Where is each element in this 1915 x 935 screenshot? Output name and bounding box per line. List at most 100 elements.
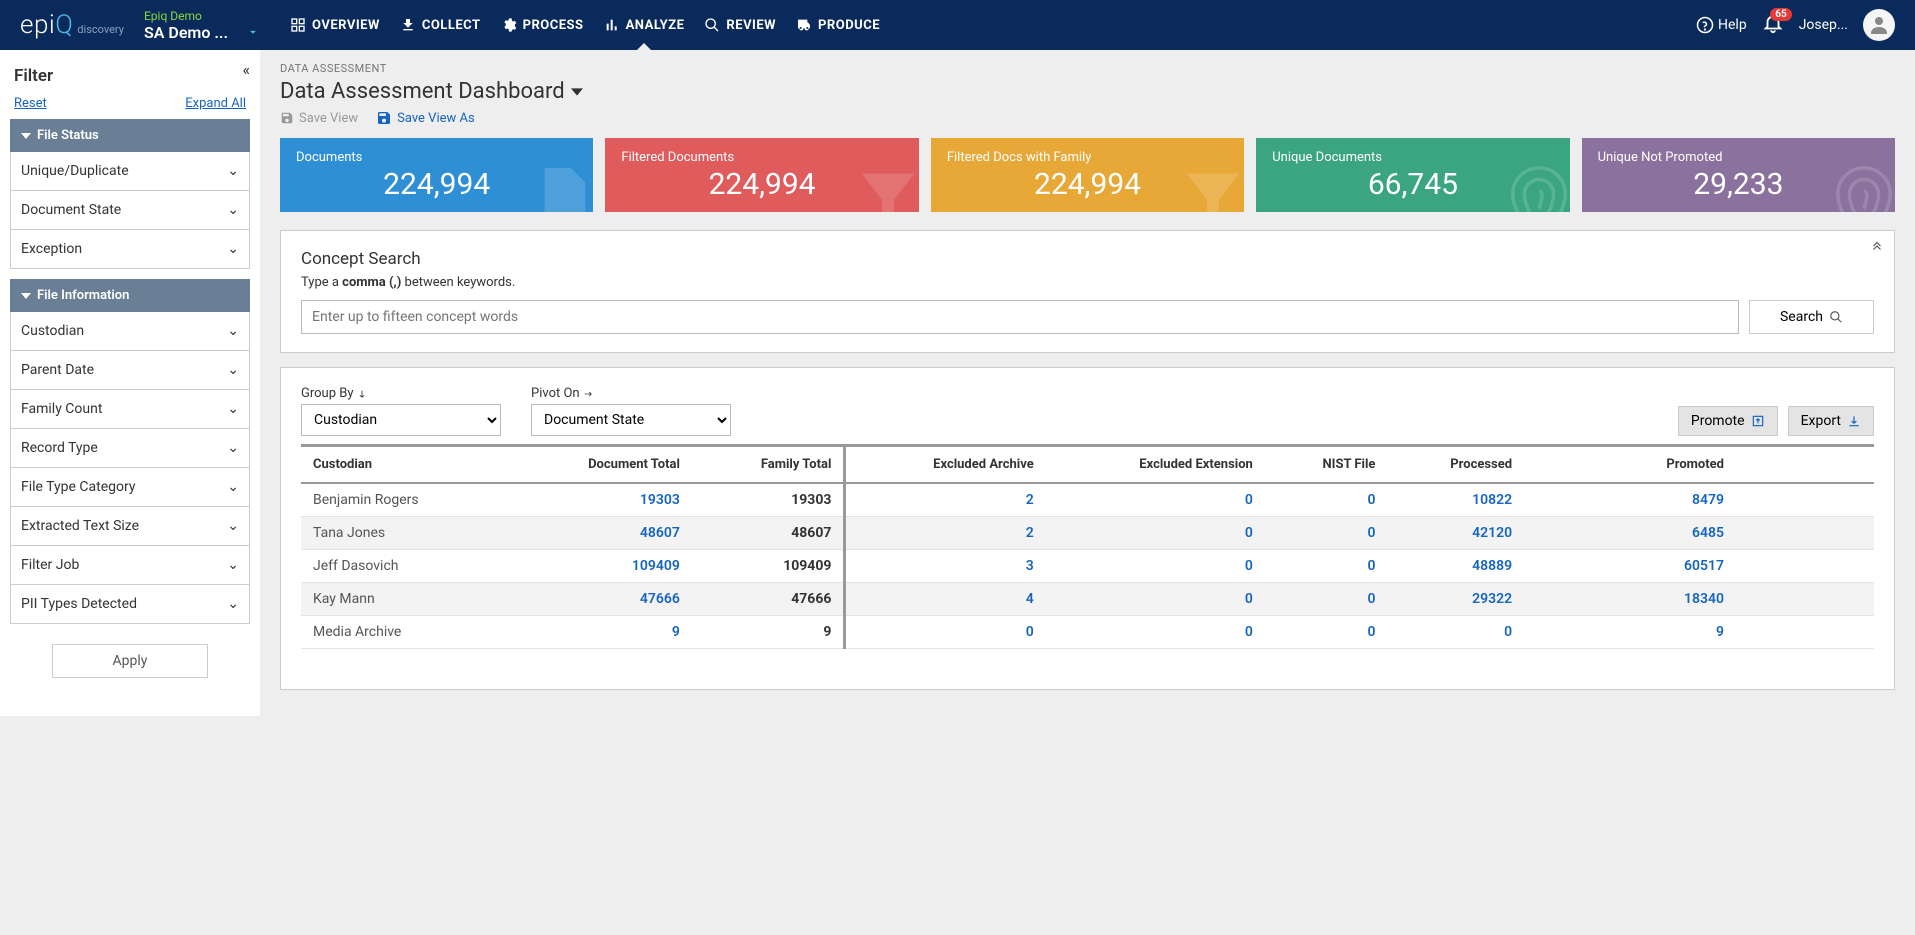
collapse-sidebar-icon[interactable]: « [242,60,250,79]
cell-document-total[interactable]: 19303 [507,483,691,517]
filter-group-file-information[interactable]: File Information [10,279,250,312]
cell-processed[interactable]: 29322 [1387,583,1524,616]
cell-promoted[interactable]: 8479 [1524,483,1874,517]
cell-excluded-extension[interactable]: 0 [1046,550,1265,583]
cell-processed[interactable]: 42120 [1387,517,1524,550]
cell-custodian: Kay Mann [301,583,507,616]
cell-processed[interactable]: 48889 [1387,550,1524,583]
collapse-panel-icon[interactable] [1870,239,1884,253]
filter-item-custodian[interactable]: Custodian⌄ [10,312,250,351]
filter-item-file-type-category[interactable]: File Type Category⌄ [10,468,250,507]
col-promoted[interactable]: Promoted [1524,446,1874,484]
content: DATA ASSESSMENT Data Assessment Dashboar… [260,50,1915,716]
cell-document-total[interactable]: 109409 [507,550,691,583]
save-as-icon [376,110,392,126]
notification-badge: 65 [1770,8,1791,21]
table-row[interactable]: Jeff Dasovich1094091094093004888960517 [301,550,1874,583]
chevron-down-icon: ⌄ [227,557,239,573]
tab-review[interactable]: REVIEW [704,0,776,50]
kpi-unique-not-promoted[interactable]: Unique Not Promoted 29,233 [1582,138,1895,212]
review-icon [704,17,720,33]
reset-link[interactable]: Reset [14,96,47,111]
filter-item-filter-job[interactable]: Filter Job⌄ [10,546,250,585]
table-row[interactable]: Tana Jones4860748607200421206485 [301,517,1874,550]
col-family-total[interactable]: Family Total [692,446,845,484]
cell-promoted[interactable]: 6485 [1524,517,1874,550]
table-row[interactable]: Kay Mann47666476664002932218340 [301,583,1874,616]
cell-promoted[interactable]: 60517 [1524,550,1874,583]
cell-processed[interactable]: 10822 [1387,483,1524,517]
filter-item-unique-duplicate[interactable]: Unique/Duplicate⌄ [10,152,250,191]
cell-excluded-extension[interactable]: 0 [1046,583,1265,616]
kpi-unique-documents[interactable]: Unique Documents 66,745 [1256,138,1569,212]
logo[interactable]: epiQ discovery [20,10,124,40]
chevron-down-icon: ⌄ [227,596,239,612]
cell-promoted[interactable]: 9 [1524,616,1874,649]
search-button[interactable]: Search [1749,300,1874,334]
tab-collect[interactable]: COLLECT [400,0,481,50]
filter-item-record-type[interactable]: Record Type⌄ [10,429,250,468]
col-nist-file[interactable]: NIST File [1265,446,1388,484]
filter-item-parent-date[interactable]: Parent Date⌄ [10,351,250,390]
cell-document-total[interactable]: 47666 [507,583,691,616]
cell-nist-file[interactable]: 0 [1265,616,1388,649]
caret-down-icon[interactable] [571,86,583,98]
save-view-button[interactable]: Save View [280,111,358,126]
cell-excluded-extension[interactable]: 0 [1046,483,1265,517]
tab-process[interactable]: PROCESS [501,0,584,50]
avatar[interactable] [1863,9,1895,41]
col-document-total[interactable]: Document Total [507,446,691,484]
cell-excluded-extension[interactable]: 0 [1046,616,1265,649]
project-selector[interactable]: Epiq Demo SA Demo ... [144,9,260,42]
col-custodian[interactable]: Custodian [301,446,507,484]
table-header-row: Custodian Document Total Family Total Ex… [301,446,1874,484]
apply-button[interactable]: Apply [52,644,209,678]
filter-item-pii-types-detected[interactable]: PII Types Detected⌄ [10,585,250,624]
col-excluded-archive[interactable]: Excluded Archive [845,446,1046,484]
table-row[interactable]: Benjamin Rogers1930319303200108228479 [301,483,1874,517]
data-table: Custodian Document Total Family Total Ex… [301,444,1874,649]
col-processed[interactable]: Processed [1387,446,1524,484]
chevron-down-icon: ⌄ [227,163,239,179]
filter-item-exception[interactable]: Exception⌄ [10,230,250,269]
cell-promoted[interactable]: 18340 [1524,583,1874,616]
cell-excluded-extension[interactable]: 0 [1046,517,1265,550]
expand-all-link[interactable]: Expand All [185,96,246,111]
cell-nist-file[interactable]: 0 [1265,583,1388,616]
help-icon [1696,16,1714,34]
export-button[interactable]: Export [1788,406,1874,436]
kpi-filtered-family[interactable]: Filtered Docs with Family 224,994 [931,138,1244,212]
filter-item-family-count[interactable]: Family Count⌄ [10,390,250,429]
cell-nist-file[interactable]: 0 [1265,483,1388,517]
filter-group-file-status[interactable]: File Status [10,119,250,152]
col-excluded-extension[interactable]: Excluded Extension [1046,446,1265,484]
cell-nist-file[interactable]: 0 [1265,550,1388,583]
cell-excluded-archive[interactable]: 3 [845,550,1046,583]
cell-excluded-archive[interactable]: 4 [845,583,1046,616]
kpi-filtered-documents[interactable]: Filtered Documents 224,994 [605,138,918,212]
cell-excluded-archive[interactable]: 2 [845,483,1046,517]
filter-item-document-state[interactable]: Document State⌄ [10,191,250,230]
cell-document-total[interactable]: 9 [507,616,691,649]
help-link[interactable]: Help [1696,16,1747,34]
cell-excluded-archive[interactable]: 2 [845,517,1046,550]
cell-nist-file[interactable]: 0 [1265,517,1388,550]
cell-custodian: Media Archive [301,616,507,649]
concept-search-input[interactable] [301,300,1739,334]
filter-item-extracted-text-size[interactable]: Extracted Text Size⌄ [10,507,250,546]
user-name[interactable]: Josep... [1799,17,1848,33]
pivot-select[interactable]: Document State [531,404,731,436]
page-title: Data Assessment Dashboard [280,79,565,104]
notifications[interactable]: 65 [1762,12,1784,38]
tab-overview[interactable]: OVERVIEW [290,0,380,50]
cell-processed[interactable]: 0 [1387,616,1524,649]
cell-document-total[interactable]: 48607 [507,517,691,550]
promote-button[interactable]: Promote [1678,406,1778,436]
tab-analyze[interactable]: ANALYZE [604,0,685,50]
cell-excluded-archive[interactable]: 0 [845,616,1046,649]
groupby-select[interactable]: Custodian [301,404,501,436]
tab-produce[interactable]: PRODUCE [796,0,880,50]
kpi-documents[interactable]: Documents 224,994 [280,138,593,212]
table-row[interactable]: Media Archive9900009 [301,616,1874,649]
save-view-as-button[interactable]: Save View As [376,110,475,126]
